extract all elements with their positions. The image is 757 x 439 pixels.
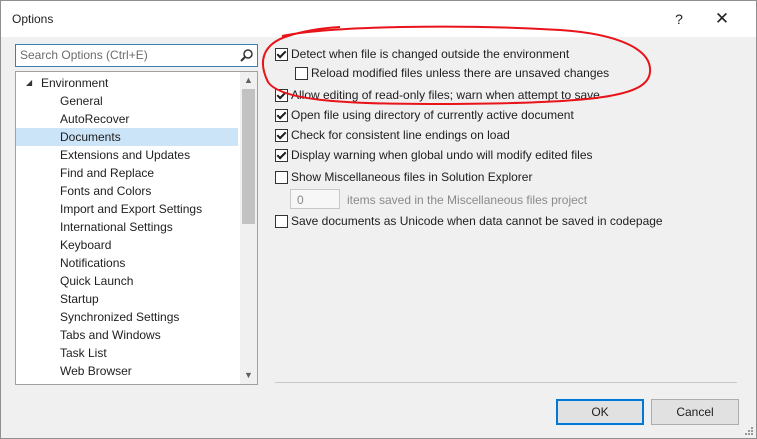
- options-tree: ◢ Environment General AutoRecover Document…: [15, 71, 258, 385]
- options-dialog: Options ? ✕ ◢ Environment GeneralAutoRec…: [0, 0, 757, 439]
- tree-item[interactable]: Extensions and Updates: [16, 146, 238, 164]
- tree-item[interactable]: International Settings: [16, 218, 238, 236]
- scroll-down-icon[interactable]: ▼: [240, 367, 257, 384]
- expand-arrow-icon[interactable]: ◢: [26, 74, 32, 92]
- tree-item[interactable]: Tabs and Windows: [16, 326, 238, 344]
- tree-item[interactable]: Fonts and Colors: [16, 182, 238, 200]
- tree-item[interactable]: AutoRecover: [16, 110, 238, 128]
- tree-item[interactable]: Keyboard: [16, 236, 238, 254]
- option-label: Allow editing of read-only files; warn w…: [291, 88, 600, 102]
- help-button[interactable]: ?: [658, 1, 700, 37]
- tree-item[interactable]: Import and Export Settings: [16, 200, 238, 218]
- option-label: Check for consistent line endings on loa…: [291, 128, 510, 142]
- tree-item[interactable]: Notifications: [16, 254, 238, 272]
- search-icon[interactable]: [239, 48, 254, 63]
- window-title: Options: [12, 12, 54, 26]
- checkbox[interactable]: [275, 89, 288, 102]
- cancel-button[interactable]: Cancel: [651, 399, 739, 425]
- tree-item[interactable]: Documents: [16, 128, 238, 146]
- tree-item[interactable]: Quick Launch: [16, 272, 238, 290]
- checkbox[interactable]: [275, 129, 288, 142]
- tree-node-label: Environment: [41, 76, 109, 90]
- scroll-up-icon[interactable]: ▲: [240, 72, 257, 89]
- option-label: Detect when file is changed outside the …: [291, 47, 570, 61]
- checkbox[interactable]: [275, 48, 288, 61]
- search-box[interactable]: [15, 44, 258, 67]
- tree-item[interactable]: General: [16, 92, 238, 110]
- option-label: Open file using directory of currently a…: [291, 108, 574, 122]
- checkbox[interactable]: [275, 215, 288, 228]
- misc-items-count-label: items saved in the Miscellaneous files p…: [347, 193, 588, 207]
- partially-hidden-tree-node: [34, 380, 154, 383]
- misc-items-count-input: 0: [290, 189, 340, 209]
- tree-node-environment[interactable]: ◢ Environment: [16, 74, 238, 92]
- tree-item[interactable]: Web Browser: [16, 362, 238, 380]
- tree-scrollbar[interactable]: ▲ ▼: [240, 72, 257, 384]
- tree-item[interactable]: Synchronized Settings: [16, 308, 238, 326]
- checkbox[interactable]: [295, 67, 308, 80]
- option-label: Show Miscellaneous files in Solution Exp…: [291, 170, 533, 184]
- separator: [275, 382, 737, 383]
- tree-item[interactable]: Find and Replace: [16, 164, 238, 182]
- checkbox[interactable]: [275, 171, 288, 184]
- close-button[interactable]: ✕: [701, 1, 743, 37]
- search-input[interactable]: [20, 47, 230, 63]
- ok-button[interactable]: OK: [556, 399, 644, 425]
- resize-grip-icon[interactable]: [743, 425, 753, 435]
- option-label: Reload modified files unless there are u…: [311, 66, 610, 80]
- scroll-thumb[interactable]: [242, 89, 255, 224]
- tree-children: General AutoRecover Documents Extensions an…: [16, 92, 238, 380]
- option-label: Save documents as Unicode when data cann…: [291, 214, 663, 228]
- option-label: Display warning when global undo will mo…: [291, 148, 593, 162]
- checkbox[interactable]: [275, 109, 288, 122]
- tree-item[interactable]: Task List: [16, 344, 238, 362]
- title-bar: Options ? ✕: [1, 1, 756, 37]
- checkbox[interactable]: [275, 149, 288, 162]
- tree-item[interactable]: Startup: [16, 290, 238, 308]
